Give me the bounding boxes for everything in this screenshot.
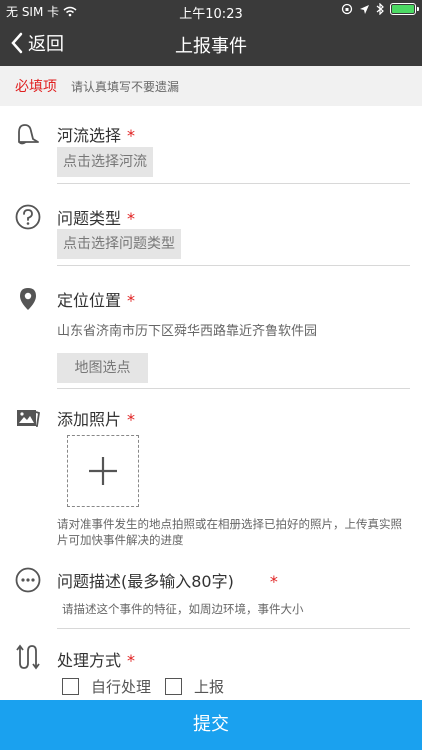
question-icon [15, 204, 41, 230]
required-star: * [127, 410, 136, 429]
status-bar: 无 SIM 卡 上午10:23 [0, 0, 422, 22]
divider [57, 265, 410, 266]
required-star: * [127, 651, 136, 670]
location-pin-icon [20, 288, 36, 310]
required-star: * [269, 572, 278, 591]
location-label: 定位位置 * [57, 291, 136, 310]
report-checkbox[interactable] [165, 678, 183, 695]
required-banner: 必填项 请认真填写不要遗漏 [0, 66, 422, 106]
handling-label: 处理方式 * [57, 651, 136, 670]
bluetooth-icon [376, 3, 384, 15]
location-arrow-icon [360, 4, 369, 14]
report-label: 上报 [194, 678, 225, 696]
description-label: 问题描述(最多输入80字) * [57, 572, 278, 591]
required-star: * [127, 209, 136, 228]
required-label: 必填项 [15, 79, 57, 95]
add-photo-button[interactable] [67, 435, 139, 507]
handling-options: 自行处理 上报 [62, 676, 230, 697]
battery-icon [390, 3, 419, 15]
river-label: 河流选择 * [57, 126, 136, 145]
route-icon [16, 644, 40, 670]
option-self-handle[interactable]: 自行处理 [62, 676, 151, 697]
river-picker[interactable]: 点击选择河流 [57, 147, 153, 177]
divider [57, 183, 410, 184]
map-select-button[interactable]: 地图选点 [57, 353, 148, 383]
page-title: 上报事件 [175, 36, 247, 57]
river-bell-icon [18, 124, 39, 145]
nav-bar: 返回 上报事件 [0, 20, 422, 66]
photo-gallery-icon [17, 410, 41, 427]
self-handle-label: 自行处理 [91, 678, 152, 696]
option-report[interactable]: 上报 [165, 676, 224, 697]
description-input[interactable]: 请描述这个事件的特征，如周边环境，事件大小 [62, 601, 304, 617]
location-address: 山东省济南市历下区舜华西路靠近齐鲁软件园 [57, 324, 318, 339]
required-hint: 请认真填写不要遗漏 [71, 79, 180, 94]
more-dots-icon [15, 567, 41, 593]
self-handle-checkbox[interactable] [62, 678, 79, 695]
problem-type-picker[interactable]: 点击选择问题类型 [57, 229, 181, 259]
required-star: * [127, 126, 136, 145]
plus-icon [89, 457, 117, 485]
required-star: * [127, 291, 136, 310]
orientation-lock-icon [341, 3, 353, 15]
divider [57, 388, 410, 389]
photo-label: 添加照片 * [57, 410, 136, 429]
submit-button[interactable]: 提交 [0, 700, 422, 750]
problem-type-label: 问题类型 * [57, 209, 136, 228]
status-right [341, 3, 419, 15]
photo-hint: 请对准事件发生的地点拍照或在相册选择已拍好的照片，上传真实照片可加快事件解决的进… [57, 517, 402, 547]
divider [57, 628, 410, 629]
